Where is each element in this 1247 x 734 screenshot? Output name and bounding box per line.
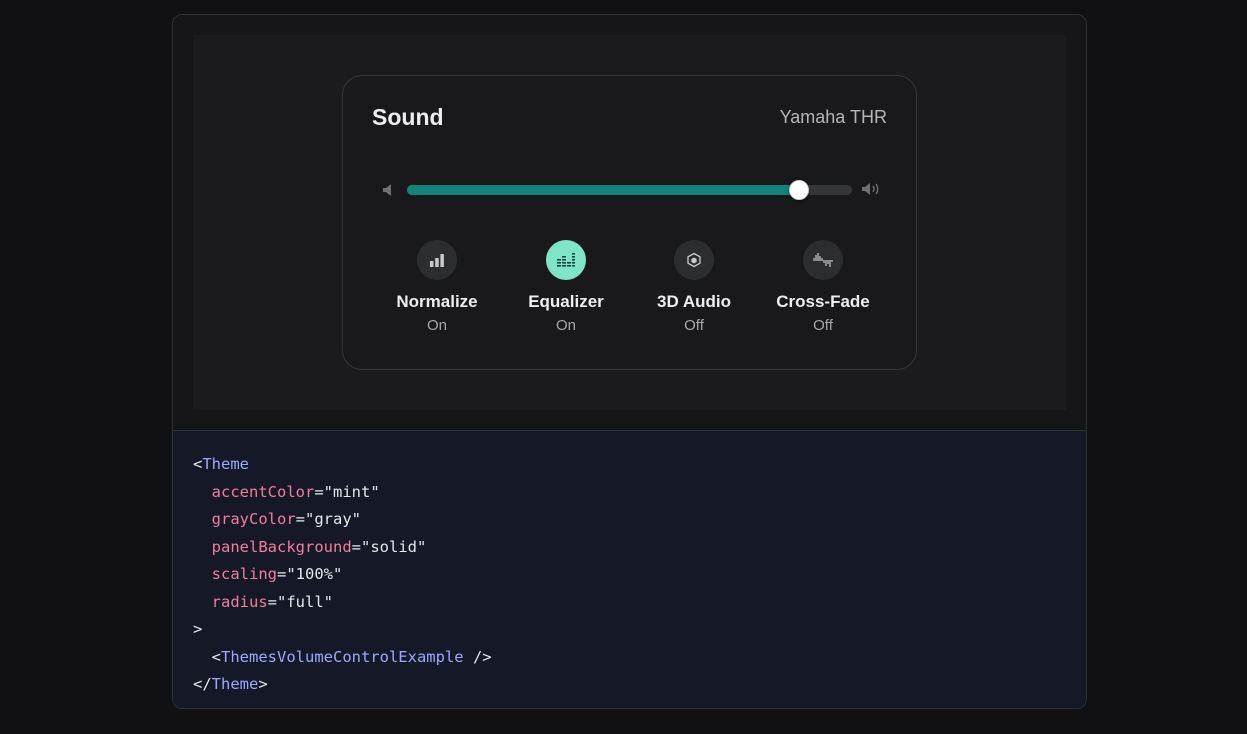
code-value: "gray" [305, 510, 362, 528]
code-attr: accentColor [211, 482, 315, 501]
volume-control-card: Sound Yamaha THR Normalize On Equalizer … [342, 75, 917, 370]
toggle-label: Equalizer [528, 292, 604, 311]
code-tag: ThemesVolumeControlExample [221, 647, 464, 666]
code-value: "full" [277, 592, 334, 611]
equalizer-icon[interactable] [546, 240, 586, 280]
example-frame: Sound Yamaha THR Normalize On Equalizer … [172, 14, 1087, 709]
code-line: radius="full" [211, 592, 334, 611]
toggle-state: Off [813, 317, 833, 334]
volume-slider-thumb[interactable] [788, 180, 809, 200]
code-line: panelBackground="solid" [211, 537, 427, 556]
code-line: grayColor="gray" [211, 510, 362, 528]
code-line: </Theme> [193, 675, 268, 693]
code-value: "solid" [361, 537, 427, 556]
toggle-3d-audio[interactable]: 3D Audio Off [639, 240, 749, 334]
toggle-state: On [426, 317, 447, 334]
code-value: "100%" [286, 565, 343, 583]
bar-chart-icon[interactable] [417, 240, 457, 280]
code-value: "mint" [323, 482, 380, 501]
code-line: <Theme [193, 455, 250, 473]
code-line: accentColor="mint" [211, 482, 380, 501]
volume-slider[interactable] [407, 180, 852, 200]
toggle-label: Normalize [396, 292, 478, 311]
code-attr: scaling [211, 565, 277, 583]
code-block[interactable]: <Theme accentColor="mint" grayColor="gra… [173, 430, 1086, 708]
speaker-high-icon[interactable] [861, 181, 883, 197]
toggle-normalize[interactable]: Normalize On [382, 240, 492, 334]
code-attr: radius [211, 592, 268, 611]
preview-panel: Sound Yamaha THR Normalize On Equalizer … [193, 35, 1066, 410]
card-title: Sound [372, 104, 444, 130]
speaker-low-icon[interactable] [382, 183, 394, 197]
code-tag: Theme [202, 455, 250, 473]
volume-slider-range [407, 185, 799, 195]
code-line: > [193, 620, 203, 638]
toggle-state: On [555, 317, 576, 334]
waveform-icon[interactable] [803, 240, 843, 280]
toggle-equalizer[interactable]: Equalizer On [511, 240, 621, 334]
code-line: <ThemesVolumeControlExample /> [193, 647, 492, 666]
toggle-cross-fade[interactable]: Cross-Fade Off [768, 240, 878, 334]
device-name: Yamaha THR [779, 107, 887, 127]
code-attr: grayColor [211, 510, 296, 528]
cube-icon[interactable] [674, 240, 714, 280]
code-attr: panelBackground [211, 537, 352, 556]
toggle-state: Off [684, 317, 704, 334]
code-line: scaling="100%" [211, 565, 343, 583]
toggle-label: Cross-Fade [776, 292, 870, 311]
code-tag: Theme [211, 675, 259, 693]
toggle-label: 3D Audio [657, 292, 731, 311]
